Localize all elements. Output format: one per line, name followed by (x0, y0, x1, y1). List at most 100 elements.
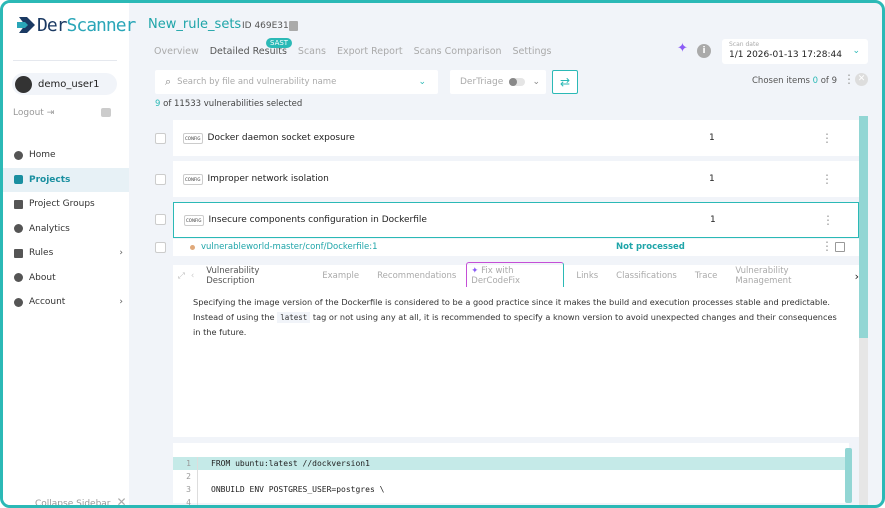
file-row[interactable]: vulnerableworld-master/conf/Dockerfile:1… (173, 239, 859, 256)
tab-overview[interactable]: Overview (154, 46, 199, 57)
tab-fix-with-dercodefix[interactable]: ✦ Fix with DerCodeFix (466, 262, 565, 290)
scan-date-value: 1/1 2026-01-13 17:28:44 (729, 50, 842, 60)
username: demo_user1 (38, 78, 100, 90)
scan-date-label: Scan date (729, 41, 760, 48)
table-row[interactable]: CONFIG Insecure components configuration … (173, 202, 859, 238)
main-scrollbar[interactable] (859, 116, 868, 505)
tab-links[interactable]: Links (576, 271, 598, 281)
nav-label: About (29, 272, 56, 283)
search-input[interactable]: ⌕ Search by file and vulnerability name ⌄ (155, 70, 438, 94)
dertriage-select[interactable]: DerTriage ⌄ (450, 70, 546, 94)
triage-label: DerTriage (460, 77, 504, 87)
nav-label: Home (29, 150, 56, 161)
avatar (15, 75, 32, 93)
table-row[interactable]: CONFIG Improper network isolation 1 ⋮ (173, 161, 859, 197)
sidebar-item-account[interactable]: Account › (3, 290, 129, 315)
sparkle-icon[interactable]: ✦ (677, 41, 688, 56)
triage-toggle[interactable] (509, 78, 526, 86)
tab-scans[interactable]: Scans (298, 46, 326, 57)
logo[interactable]: Der Scanner (17, 13, 137, 37)
divider (13, 60, 117, 61)
tab-vulnerability-management[interactable]: Vulnerability Management (735, 266, 840, 286)
logout-icon: ⇥ (46, 108, 55, 118)
row-checkbox[interactable] (155, 214, 166, 225)
chat-icon[interactable] (101, 108, 111, 117)
tab-scans-comparison[interactable]: Scans Comparison (414, 46, 502, 57)
scan-date-select[interactable]: Scan date 1/1 2026-01-13 17:28:44 ⌄ (722, 39, 868, 64)
more-options-icon[interactable]: ⋮ (822, 213, 834, 227)
code-line: 3 ONBUILD ENV POSTGRES_USER=postgres \ (173, 483, 849, 496)
user-chip[interactable]: demo_user1 (12, 73, 117, 95)
tab-vulnerability-description[interactable]: Vulnerability Description (206, 266, 304, 286)
close-icon: ✕ (116, 495, 127, 508)
tab-export-report[interactable]: Export Report (337, 46, 403, 57)
sidebar-item-project-groups[interactable]: Project Groups (3, 192, 129, 217)
chevron-right-icon: › (119, 248, 123, 259)
copy-icon[interactable] (289, 21, 298, 31)
tab-trace[interactable]: Trace (695, 271, 718, 281)
logout-button[interactable]: Logout ⇥ (13, 108, 54, 118)
row-checkbox[interactable] (155, 174, 166, 185)
code-scrollbar[interactable] (845, 448, 852, 503)
sparkle-icon: ✦ (471, 266, 479, 276)
selected-number: 9 (155, 99, 161, 109)
sast-badge: SAST (266, 38, 293, 48)
code-line: 4 (173, 496, 849, 505)
sidebar-item-about[interactable]: About (3, 266, 129, 291)
row-checkbox[interactable] (155, 242, 166, 253)
more-options-icon[interactable]: ⋮ (821, 131, 833, 145)
chosen-suffix: of 9 (820, 76, 838, 86)
info-icon[interactable]: i (697, 44, 711, 58)
sidebar-nav: Home Projects Project Groups Analytics R… (3, 143, 129, 315)
logout-label: Logout (13, 108, 44, 118)
line-number: 1 (173, 457, 198, 470)
vuln-name: Docker daemon socket exposure (207, 133, 355, 143)
sidebar-item-home[interactable]: Home (3, 143, 129, 168)
clear-selection-button[interactable]: ✕ (855, 73, 868, 86)
projects-icon (14, 175, 23, 185)
chosen-count: 0 (812, 76, 819, 86)
line-code: ONBUILD ENV POSTGRES_USER=postgres \ (211, 485, 385, 494)
vulnerability-tabs: ⤢ ‹ Vulnerability Description Example Re… (173, 262, 859, 290)
status-label[interactable]: Not processed (616, 242, 685, 252)
vuln-count: 1 (709, 133, 715, 143)
sidebar-item-rules[interactable]: Rules › (3, 241, 129, 266)
info-icon (14, 273, 23, 283)
vuln-name: Insecure components configuration in Doc… (208, 215, 427, 225)
sliders-icon: ⇄ (559, 75, 571, 89)
logo-text-b: Scanner (66, 14, 137, 36)
logo-text-a: Der (37, 14, 67, 36)
line-number: 4 (173, 496, 198, 505)
tab-recommendations[interactable]: Recommendations (377, 271, 456, 281)
rules-icon (14, 248, 23, 258)
severity-dot (190, 245, 195, 250)
filter-settings-button[interactable]: ⇄ (552, 70, 578, 94)
chevron-down-icon: ⌄ (532, 77, 540, 87)
scrollbar-thumb[interactable] (859, 116, 868, 338)
collapse-sidebar-button[interactable]: Collapse Sidebar ✕ (35, 495, 127, 508)
vulnerability-description: Specifying the image version of the Dock… (173, 287, 859, 437)
tab-settings[interactable]: Settings (513, 46, 552, 57)
chevron-left-icon[interactable]: ‹ (191, 271, 194, 281)
config-icon: CONFIG (184, 214, 204, 226)
tab-example[interactable]: Example (322, 271, 359, 281)
table-row[interactable]: CONFIG Docker daemon socket exposure 1 ⋮ (173, 120, 859, 156)
more-options-icon[interactable]: ⋮ (821, 240, 833, 252)
tab-classifications[interactable]: Classifications (616, 271, 677, 281)
chevron-right-icon: › (119, 297, 123, 308)
sidebar-item-analytics[interactable]: Analytics (3, 217, 129, 242)
more-options-icon[interactable]: ⋮ (821, 172, 833, 186)
nav-label: Rules (29, 248, 54, 259)
folder-icon (14, 199, 23, 209)
chevron-down-icon: ⌄ (418, 77, 426, 87)
fix-label: Fix with DerCodeFix (471, 266, 520, 286)
vuln-name: Improper network isolation (207, 174, 329, 184)
open-external-icon[interactable] (835, 242, 845, 252)
row-checkbox[interactable] (155, 133, 166, 144)
home-icon (14, 150, 23, 160)
page-title: New_rule_sets (148, 17, 242, 32)
expand-icon[interactable]: ⤢ (178, 271, 185, 281)
more-options-icon[interactable]: ⋮ (843, 73, 855, 85)
sidebar-item-projects[interactable]: Projects (3, 167, 129, 192)
file-path-link[interactable]: vulnerableworld-master/conf/Dockerfile:1 (201, 242, 378, 252)
